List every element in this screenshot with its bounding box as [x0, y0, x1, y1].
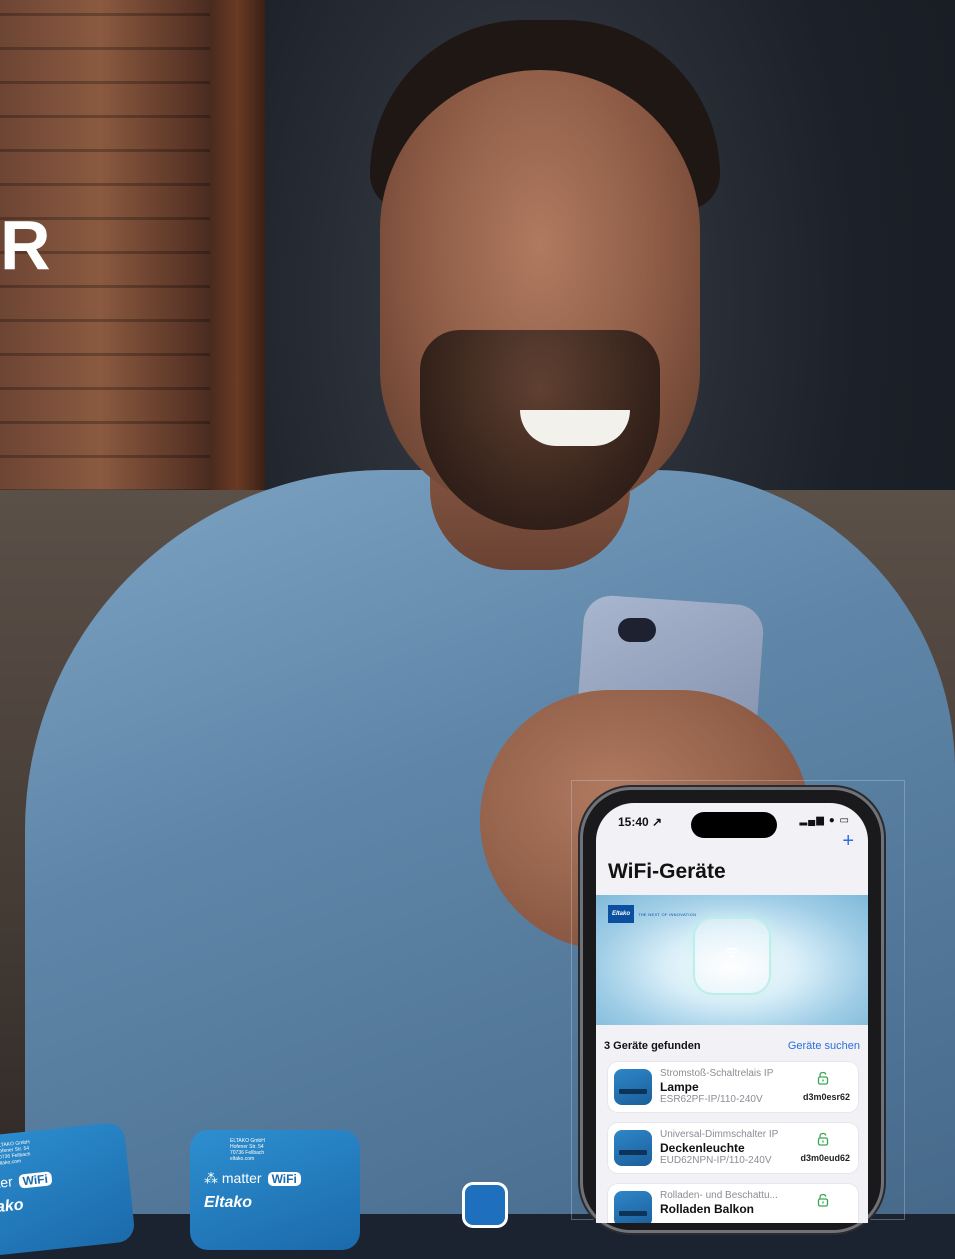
device-thumbnail: [614, 1191, 652, 1223]
device-name: Deckenleuchte: [660, 1141, 745, 1155]
device-model: EUD62NPN-IP/110-240V: [660, 1155, 772, 1166]
held-phone-camera: [618, 618, 656, 642]
matter-label: matter: [0, 1173, 14, 1194]
device-thumbnail: [614, 1130, 652, 1166]
eltako-logo: Eltako: [608, 905, 634, 923]
status-icons: ▂▄▆ ● ▭: [799, 815, 850, 826]
device-card[interactable]: Universal-Dimmschalter IP Deckenleuchte …: [608, 1123, 858, 1173]
maker-address: ELTAKO GmbH Hofener Str. 54 70736 Fellba…: [0, 1139, 31, 1167]
lock-icon: [817, 1132, 829, 1146]
search-devices-button[interactable]: Geräte suchen: [788, 1040, 860, 1052]
devices-found-label: 3 Geräte gefunden: [604, 1040, 701, 1052]
headline-fragment: R: [0, 206, 51, 284]
app-screen: 15:40 ↗ ▂▄▆ ● ▭ + WiFi-Geräte Eltako THE…: [596, 803, 868, 1223]
device-thumbnail: [614, 1069, 652, 1105]
lock-icon: [817, 1071, 829, 1085]
brand-logo: Eltako: [0, 1196, 25, 1219]
wifi-badge: WiFi: [17, 1171, 53, 1189]
lock-icon: [817, 1193, 829, 1207]
hero-banner: Eltako THE NEXT OF INNOVATION: [596, 895, 868, 1025]
page-title: WiFi-Geräte: [608, 860, 726, 883]
wooden-post: [210, 0, 265, 500]
banner-tagline: THE NEXT OF INNOVATION: [638, 912, 697, 917]
matter-badge: ⁂ matter WiFi: [204, 1170, 301, 1187]
device-code: d3m0eud62: [800, 1153, 850, 1163]
device-card[interactable]: Stromstoß-Schaltrelais IP Lampe ESR62PF-…: [608, 1062, 858, 1112]
wifi-badge: WiFi: [267, 1172, 301, 1186]
product-box: ELTAKO GmbH Hofener Str. 54 70736 Fellba…: [0, 1121, 136, 1259]
device-type: Universal-Dimmschalter IP: [660, 1129, 779, 1140]
plus-icon[interactable]: +: [842, 831, 854, 851]
dynamic-island: [691, 812, 777, 838]
device-type: Stromstoß-Schaltrelais IP: [660, 1068, 774, 1079]
small-device: [465, 1185, 505, 1225]
device-code: d3m0esr62: [802, 1092, 850, 1102]
device-card[interactable]: Rolladen- und Beschattu... Rolladen Balk…: [608, 1184, 858, 1223]
matter-badge: matter WiFi: [0, 1169, 53, 1194]
wifi-icon: [725, 947, 739, 958]
matter-label: ⁂ matter: [204, 1170, 262, 1186]
brand-logo: Eltako: [204, 1194, 253, 1211]
product-box: ELTAKO GmbH Hofener Str. 54 70736 Fellba…: [190, 1130, 360, 1250]
status-time: 15:40 ↗: [618, 815, 663, 829]
device-model: ESR62PF-IP/110-240V: [660, 1094, 763, 1105]
device-name: Lampe: [660, 1080, 699, 1094]
maker-address: ELTAKO GmbH Hofener Str. 54 70736 Fellba…: [230, 1138, 265, 1162]
hub-device: [695, 919, 769, 993]
device-type: Rolladen- und Beschattu...: [660, 1190, 778, 1201]
